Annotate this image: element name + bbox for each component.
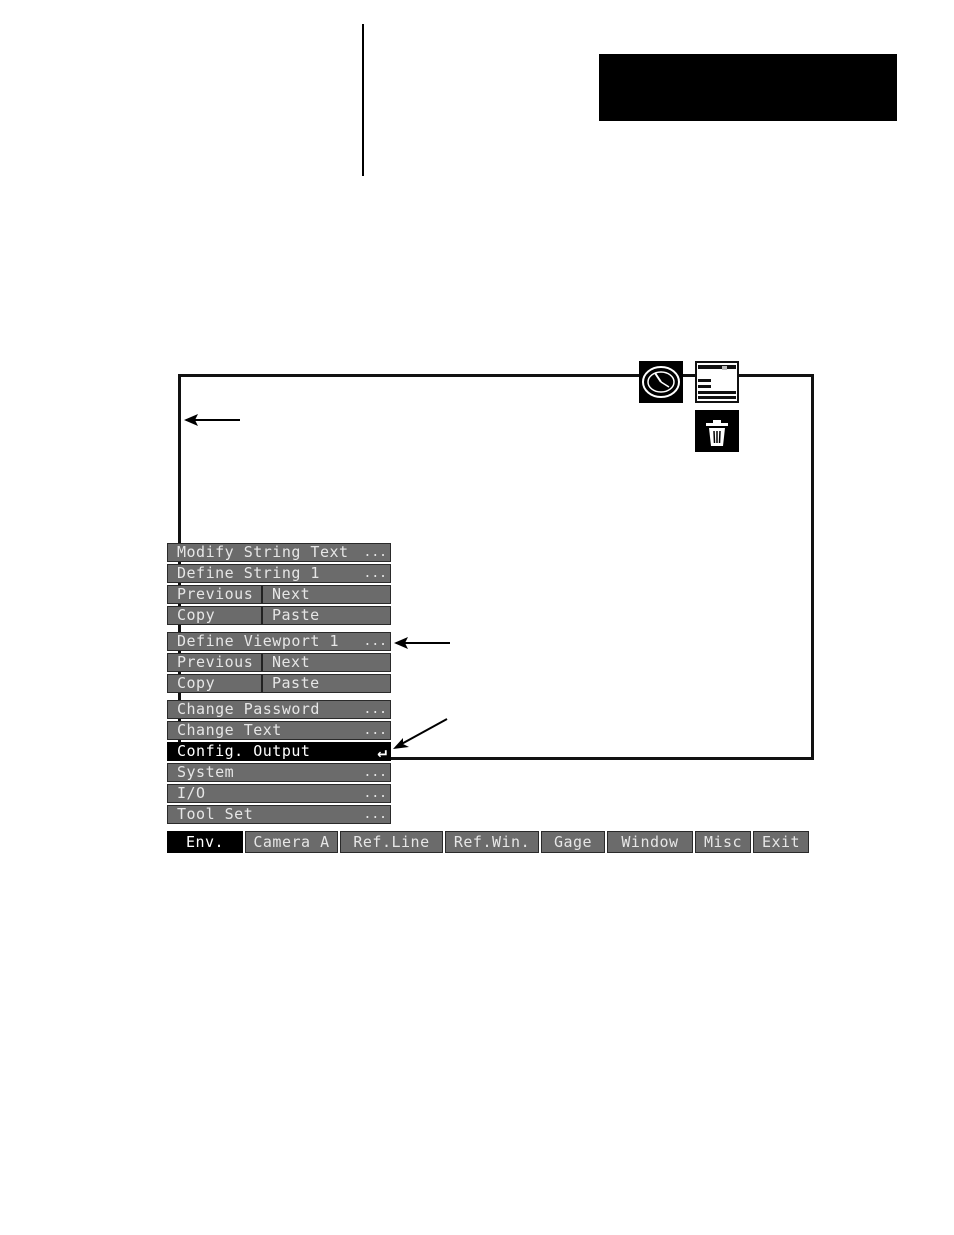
ellipsis-icon: ... (363, 807, 387, 822)
menu-item-label: Tool Set (177, 805, 254, 823)
arrow-icon (393, 718, 448, 749)
string-next-button[interactable]: Next (263, 586, 390, 603)
menu-item-label: Define Viewport 1 (177, 632, 340, 650)
string-previous-button[interactable]: Previous (168, 586, 263, 603)
viewport-nav-row: Previous Next (167, 653, 391, 672)
string-copy-button[interactable]: Copy (168, 607, 263, 624)
change-password-item[interactable]: Change Password ... (167, 700, 391, 719)
menubar-gage[interactable]: Gage (541, 831, 605, 853)
menubar-camera[interactable]: Camera A (245, 831, 338, 853)
menu-item-label: Modify String Text (177, 543, 349, 561)
string-paste-button[interactable]: Paste (263, 607, 390, 624)
menu-item-label: System (177, 763, 235, 781)
menubar-ref-line[interactable]: Ref.Line (340, 831, 443, 853)
menu-item-label: Config. Output (177, 742, 311, 760)
menu-item-label: Change Password (177, 700, 320, 718)
string-menu: Modify String Text ... Define String 1 .… (167, 543, 391, 627)
arrow-icon (184, 414, 240, 426)
system-item[interactable]: System ... (167, 763, 391, 782)
modify-string-text-item[interactable]: Modify String Text ... (167, 543, 391, 562)
menubar-exit[interactable]: Exit (753, 831, 809, 853)
menubar-env[interactable]: Env. (167, 831, 243, 853)
menubar-ref-win[interactable]: Ref.Win. (445, 831, 539, 853)
arrow-icon (394, 637, 450, 649)
string-clipboard-row: Copy Paste (167, 606, 391, 625)
gauge-icon[interactable] (639, 361, 683, 403)
tool-set-item[interactable]: Tool Set ... (167, 805, 391, 824)
config-output-item[interactable]: Config. Output ↵ (167, 742, 391, 761)
ellipsis-icon: ... (363, 765, 387, 780)
menu-item-label: Define String 1 (177, 564, 320, 582)
ellipsis-icon: ... (363, 634, 387, 649)
trash-icon[interactable] (695, 410, 739, 452)
menu-item-label: I/O (177, 784, 206, 802)
viewport-clipboard-row: Copy Paste (167, 674, 391, 693)
define-string-item[interactable]: Define String 1 ... (167, 564, 391, 583)
ellipsis-icon: ... (363, 702, 387, 717)
viewport-menu: Define Viewport 1 ... Previous Next Copy… (167, 632, 391, 695)
viewport-previous-button[interactable]: Previous (168, 654, 263, 671)
ellipsis-icon: ... (363, 723, 387, 738)
main-menubar: Env. Camera A Ref.Line Ref.Win. Gage Win… (167, 831, 809, 853)
viewport-next-button[interactable]: Next (263, 654, 390, 671)
window-icon[interactable] (695, 361, 739, 403)
menu-item-label: Change Text (177, 721, 282, 739)
env-menu: Change Password ... Change Text ... Conf… (167, 700, 391, 826)
viewport-copy-button[interactable]: Copy (168, 675, 263, 692)
header-rule (362, 24, 364, 176)
ellipsis-icon: ... (363, 545, 387, 560)
change-text-item[interactable]: Change Text ... (167, 721, 391, 740)
menubar-window[interactable]: Window (607, 831, 693, 853)
string-nav-row: Previous Next (167, 585, 391, 604)
define-viewport-item[interactable]: Define Viewport 1 ... (167, 632, 391, 651)
chapter-tab (599, 54, 897, 121)
ellipsis-icon: ... (363, 566, 387, 581)
io-item[interactable]: I/O ... (167, 784, 391, 803)
viewport-paste-button[interactable]: Paste (263, 675, 390, 692)
menubar-misc[interactable]: Misc (695, 831, 751, 853)
enter-icon: ↵ (377, 742, 387, 761)
ellipsis-icon: ... (363, 786, 387, 801)
